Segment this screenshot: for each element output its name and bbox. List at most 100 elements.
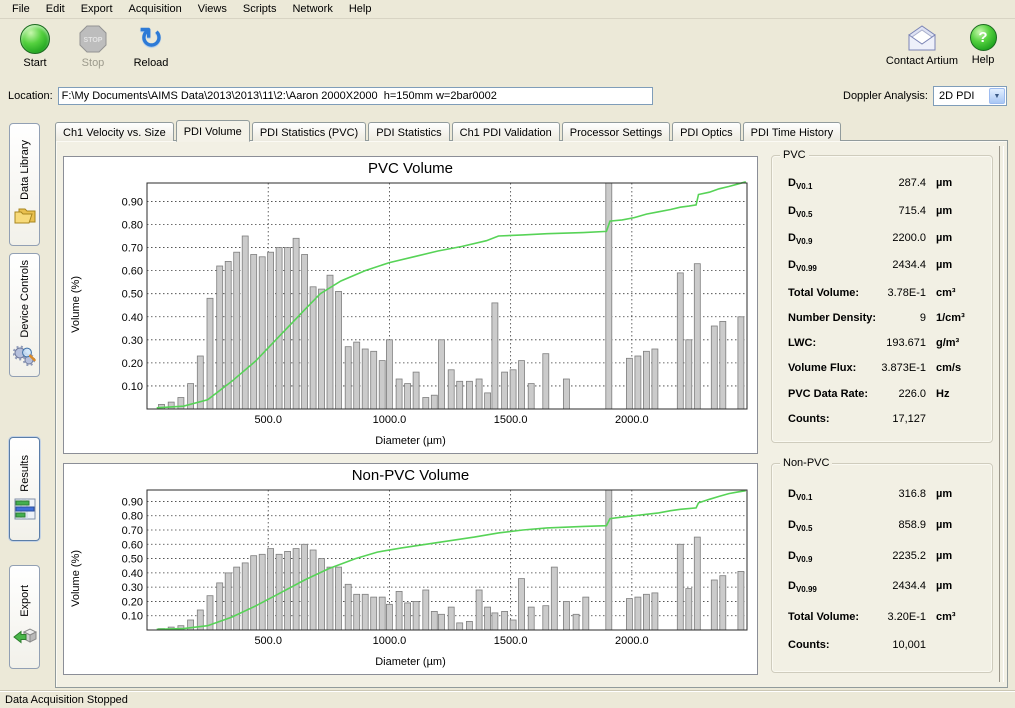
menu-edit[interactable]: Edit [38,0,73,18]
chart-plot: 500.01000.01500.02000.00.100.200.300.400… [86,486,754,654]
svg-text:0.90: 0.90 [122,496,143,508]
location-label: Location: [8,90,53,102]
svg-text:1000.0: 1000.0 [373,414,407,426]
stat-unit: Hz [926,388,980,400]
svg-text:0.80: 0.80 [122,511,143,523]
stat-value: 3.20E-1 [859,611,926,623]
svg-text:STOP: STOP [84,37,103,44]
svg-text:1500.0: 1500.0 [494,635,528,647]
svg-text:1500.0: 1500.0 [494,414,528,426]
start-label: Start [23,57,46,69]
svg-text:1000.0: 1000.0 [373,635,407,647]
svg-text:0.30: 0.30 [122,582,143,594]
stat-value: 287.4 [812,177,926,189]
stat-label: DV0.9 [788,550,812,564]
stat-label: DV0.99 [788,580,817,594]
menu-help[interactable]: Help [341,0,380,18]
start-button[interactable]: Start [6,22,64,69]
svg-text:0.80: 0.80 [122,220,143,232]
svg-text:0.10: 0.10 [122,381,143,393]
svg-text:0.40: 0.40 [122,568,143,580]
stat-row: DV0.5858.9µm [772,519,992,533]
svg-text:2000.0: 2000.0 [615,414,649,426]
tab-ch1-velocity-vs-size[interactable]: Ch1 Velocity vs. Size [55,122,174,141]
stat-row: Total Volume:3.20E-1cm³ [772,611,992,623]
y-axis-label: Volume (%) [70,550,82,607]
svg-text:0.90: 0.90 [122,196,143,208]
menu-scripts[interactable]: Scripts [235,0,285,18]
stat-label: Counts: [788,639,830,651]
stat-row: Counts:17,127 [772,413,992,425]
tab-pdi-statistics[interactable]: PDI Statistics [368,122,449,141]
stat-unit: cm/s [926,362,980,374]
stat-label: DV0.1 [788,488,812,502]
svg-text:0.50: 0.50 [122,554,143,566]
doppler-analysis-select[interactable]: 2D PDI ▼ [933,86,1007,106]
stat-value: 193.671 [816,337,926,349]
stat-value: 2200.0 [812,232,926,244]
stat-row: DV0.5715.4µm [772,205,992,219]
groupbox-pvc: PVCDV0.1287.4µmDV0.5715.4µmDV0.92200.0µm… [771,155,993,443]
stat-label: DV0.99 [788,259,817,273]
svg-text:0.60: 0.60 [122,539,143,551]
contact-artium-label: Contact Artium [886,55,958,67]
stat-row: DV0.1287.4µm [772,177,992,191]
stat-label: DV0.1 [788,177,812,191]
help-button[interactable]: ? Help [961,22,1005,67]
main-area: Data Library Device Controls Results Export… [0,112,1015,690]
stat-row: DV0.992434.4µm [772,580,992,594]
menu-network[interactable]: Network [284,0,340,18]
stat-unit: µm [926,519,980,531]
svg-text:0.30: 0.30 [122,335,143,347]
sidebar-item-results[interactable]: Results [9,437,40,541]
stat-value: 17,127 [830,413,926,425]
stat-row: Total Volume:3.78E-1cm³ [772,287,992,299]
stat-value: 9 [876,312,926,324]
sidebar-item-export[interactable]: Export [9,565,40,669]
tab-pdi-statistics-pvc[interactable]: PDI Statistics (PVC) [252,122,366,141]
menu-bar: FileEditExportAcquisitionViewsScriptsNet… [0,0,1015,19]
chart-panel-non-pvc-volume: Non-PVC VolumeVolume (%)500.01000.01500.… [63,463,758,675]
stat-unit: µm [926,259,980,271]
sidebar-item-device-controls[interactable]: Device Controls [9,253,40,377]
stat-label: DV0.5 [788,519,812,533]
groupbox-title: Non-PVC [780,457,832,469]
reload-label: Reload [134,57,169,69]
export-arrow-icon [13,624,37,649]
sidebar-item-data-library[interactable]: Data Library [9,123,40,246]
stat-value: 2434.4 [817,259,926,271]
stat-value: 3.78E-1 [859,287,926,299]
stat-unit: µm [926,488,980,500]
location-input[interactable] [58,87,653,105]
menu-acquisition[interactable]: Acquisition [121,0,190,18]
tab-processor-settings[interactable]: Processor Settings [562,122,670,141]
chart-title: PVC Volume [64,157,757,179]
stat-unit: 1/cm³ [926,312,980,324]
tab-pdi-optics[interactable]: PDI Optics [672,122,741,141]
menu-export[interactable]: Export [73,0,121,18]
stat-row: Volume Flux:3.873E-1cm/s [772,362,992,374]
stat-row: Number Density:91/cm³ [772,312,992,324]
tab-pdi-volume[interactable]: PDI Volume [176,120,250,142]
stat-label: Volume Flux: [788,362,856,374]
svg-text:0.20: 0.20 [122,596,143,608]
stat-label: Total Volume: [788,287,859,299]
stat-value: 715.4 [812,205,926,217]
svg-text:0.60: 0.60 [122,266,143,278]
stat-value: 2434.4 [817,580,926,592]
chevron-down-icon[interactable]: ▼ [989,88,1005,104]
sidebar-item-label: Device Controls [19,260,31,338]
tab-pdi-time-history[interactable]: PDI Time History [743,122,842,141]
stat-unit: µm [926,205,980,217]
splitter-handle[interactable] [999,146,1004,682]
menu-file[interactable]: File [4,0,38,18]
stop-icon: STOP [78,24,108,54]
contact-artium-button[interactable]: Contact Artium [883,22,961,67]
menu-views[interactable]: Views [190,0,235,18]
reload-button[interactable]: ↻ Reload [122,22,180,69]
chart-title: Non-PVC Volume [64,464,757,486]
stop-button[interactable]: STOP Stop [64,22,122,69]
stat-row: DV0.92200.0µm [772,232,992,246]
tab-ch1-pdi-validation[interactable]: Ch1 PDI Validation [452,122,560,141]
stop-label: Stop [82,57,105,69]
